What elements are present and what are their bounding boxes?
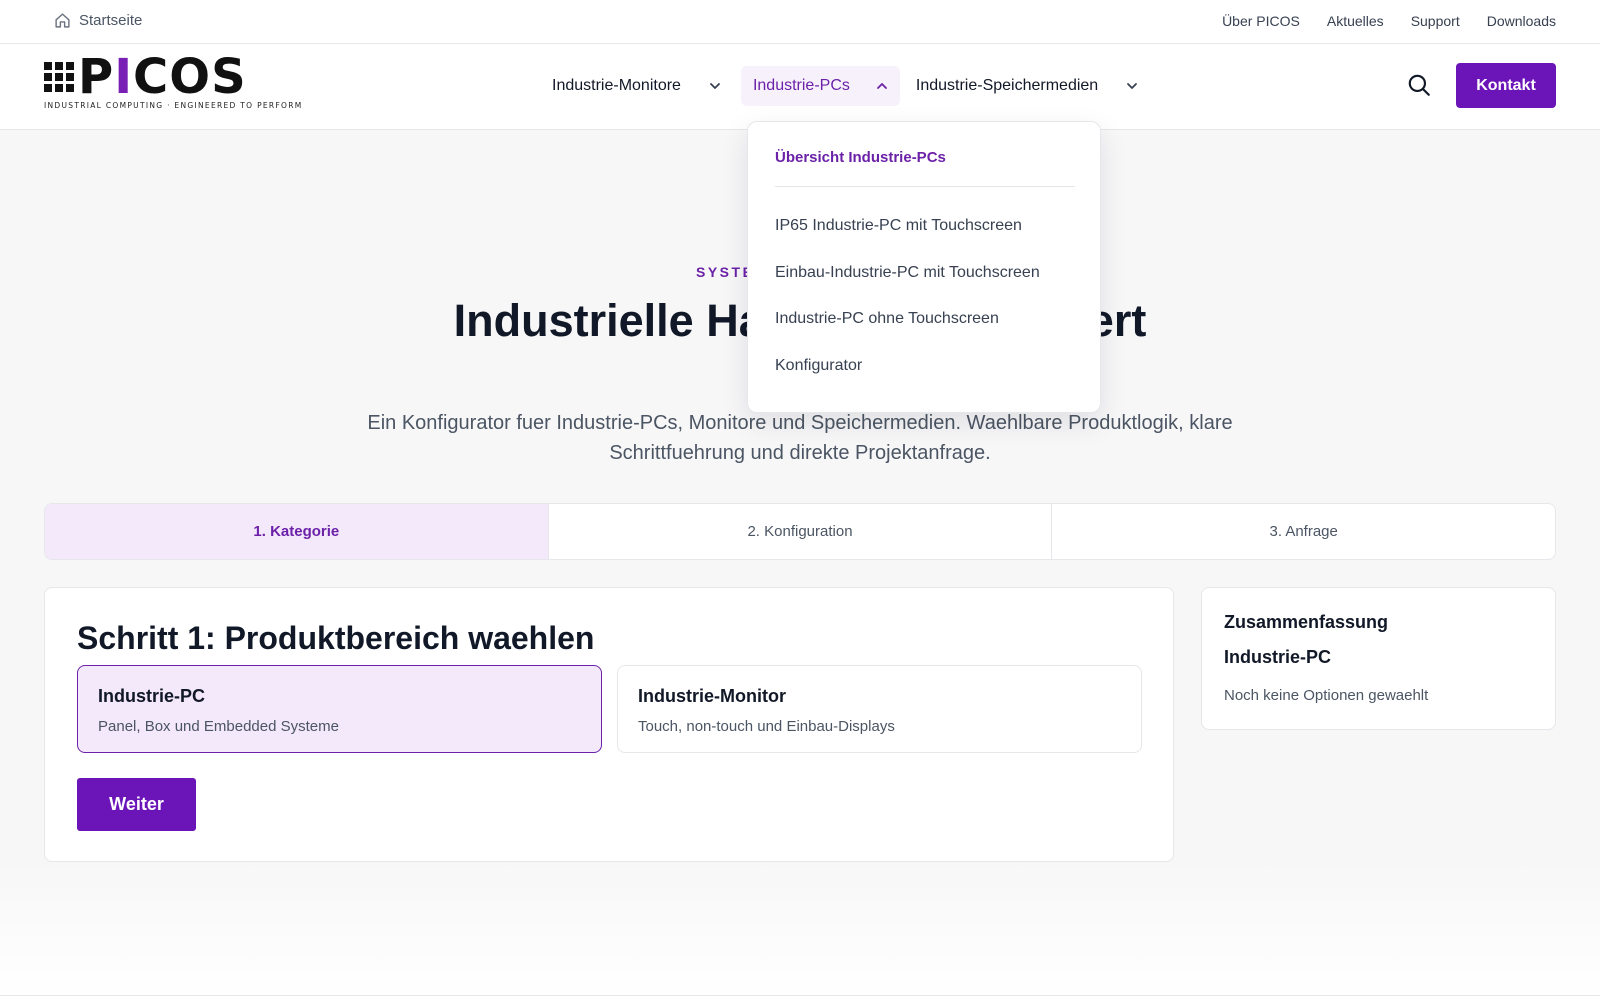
nav-item-label: Industrie-PCs [752, 77, 850, 94]
logo-mark: PICOS [44, 49, 324, 105]
summary-note: Noch keine Optionen gewaehlt [1224, 687, 1429, 704]
main-header: PICOS INDUSTRIAL COMPUTING · ENGINEERED … [0, 44, 1600, 130]
step-tab-konfiguration[interactable]: 2. Konfiguration [549, 504, 1053, 559]
step-heading: Schritt 1: Produktbereich waehlen [77, 620, 595, 656]
chevron-down-icon [710, 83, 720, 89]
utility-links: Über PICOS Aktuelles Support Downloads [1222, 13, 1556, 29]
dropdown-item-einbau[interactable]: Einbau-Industrie-PC mit Touchscreen [775, 264, 1040, 282]
option-description: Touch, non-touch und Einbau-Displays [638, 718, 895, 735]
option-description: Panel, Box und Embedded Systeme [98, 718, 339, 735]
home-link-label: Startseite [79, 12, 143, 29]
link-aktuelles[interactable]: Aktuelles [1327, 13, 1384, 29]
step-tab-anfrage[interactable]: 3. Anfrage [1052, 504, 1555, 559]
hero-eyebrow: SYSTE [696, 264, 755, 280]
nav-item-label: Industrie-Monitore [552, 77, 681, 94]
industrie-pcs-dropdown: Übersicht Industrie-PCs IP65 Industrie-P… [747, 121, 1101, 413]
summary-product: Industrie-PC [1224, 647, 1332, 667]
main-nav: Industrie-Monitore Industrie-PCs Industr… [540, 66, 1150, 106]
dropdown-overview-link[interactable]: Übersicht Industrie-PCs [775, 149, 946, 166]
home-icon [55, 13, 70, 28]
summary-panel: Zusammenfassung Industrie-PC Noch keine … [1201, 587, 1556, 730]
hero-subtitle: Ein Konfigurator fuer Industrie-PCs, Mon… [367, 412, 1233, 464]
option-title: Industrie-PC [98, 686, 206, 706]
link-ueber-picos[interactable]: Über PICOS [1222, 13, 1300, 29]
chevron-up-icon [876, 83, 887, 89]
nav-item-industrie-monitore[interactable]: Industrie-Monitore [540, 66, 733, 106]
home-link[interactable]: Startseite [54, 12, 142, 29]
summary-heading: Zusammenfassung [1224, 612, 1389, 632]
chevron-down-icon [1127, 83, 1138, 89]
footer-divider [0, 995, 1600, 996]
picos-logo[interactable]: PICOS INDUSTRIAL COMPUTING · ENGINEERED … [44, 49, 324, 112]
dropdown-item-konfigurator[interactable]: Konfigurator [775, 357, 862, 375]
search-icon[interactable] [1406, 72, 1432, 98]
dropdown-divider [775, 186, 1075, 187]
step-progress: 1. Kategorie 2. Konfiguration 3. Anfrage [44, 503, 1556, 560]
kontakt-button[interactable]: Kontakt [1456, 63, 1556, 108]
logo-dots-icon [44, 62, 74, 92]
logo-tagline: INDUSTRIAL COMPUTING · ENGINEERED TO PER… [44, 101, 303, 110]
option-industrie-pc[interactable]: Industrie-PC Panel, Box und Embedded Sys… [77, 665, 602, 753]
top-utility-bar: Startseite Über PICOS Aktuelles Support … [0, 0, 1600, 44]
dropdown-item-ohne-touchscreen[interactable]: Industrie-PC ohne Touchscreen [775, 310, 999, 328]
option-title: Industrie-Monitor [638, 686, 786, 706]
page-background [0, 860, 1600, 1000]
nav-item-label: Industrie-Speichermedien [915, 77, 1099, 94]
nav-item-industrie-pcs[interactable]: Industrie-PCs [740, 66, 900, 106]
link-downloads[interactable]: Downloads [1487, 13, 1556, 29]
step-card: Schritt 1: Produktbereich waehlen Indust… [44, 587, 1174, 862]
nav-item-industrie-speichermedien[interactable]: Industrie-Speichermedien [904, 66, 1150, 106]
link-support[interactable]: Support [1411, 13, 1460, 29]
step-tab-kategorie[interactable]: 1. Kategorie [45, 504, 549, 559]
weiter-button[interactable]: Weiter [77, 778, 196, 831]
option-industrie-monitor[interactable]: Industrie-Monitor Touch, non-touch und E… [617, 665, 1142, 753]
logo-wordmark: PICOS [78, 49, 247, 105]
dropdown-item-ip65[interactable]: IP65 Industrie-PC mit Touchscreen [775, 217, 1022, 235]
